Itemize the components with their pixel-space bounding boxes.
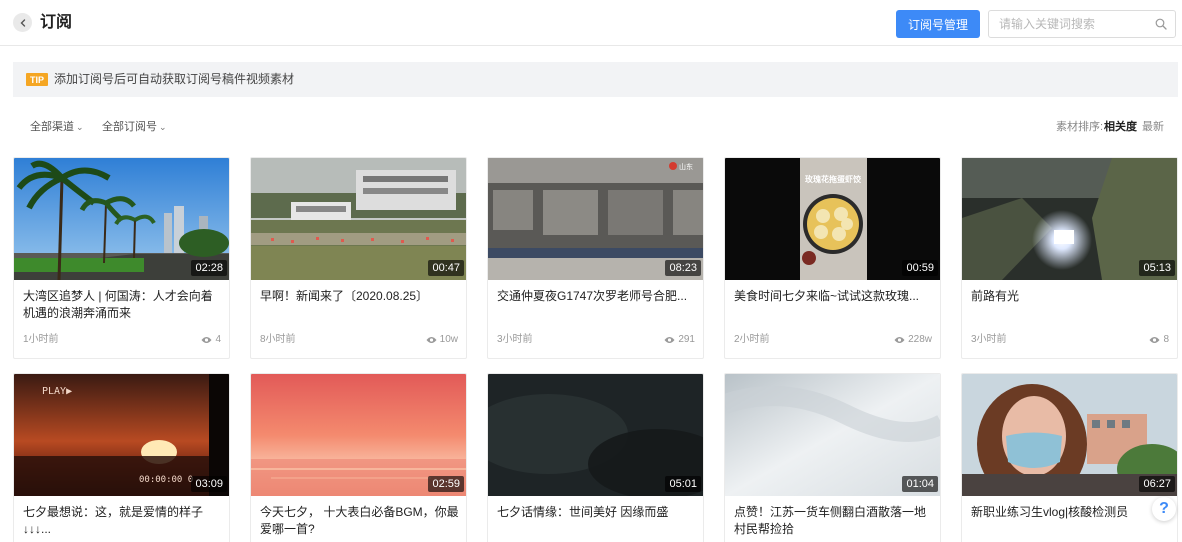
- eye-icon: [664, 337, 675, 343]
- video-title: 点赞！江苏一货车侧翻白酒散落一地 村民帮捡拾: [734, 505, 927, 536]
- video-title: 早啊！新闻来了〔2020.08.25〕: [260, 289, 429, 303]
- manage-subscriptions-button[interactable]: 订阅号管理: [896, 10, 980, 38]
- view-count: 8: [1163, 334, 1169, 345]
- sort-label: 素材排序:: [1056, 121, 1104, 133]
- thumbnail-play-text: PLAY▶: [42, 386, 72, 397]
- video-thumbnail: 02:28: [14, 158, 229, 280]
- sort-option-latest[interactable]: 最新: [1142, 121, 1164, 134]
- video-duration: 02:28: [191, 260, 227, 276]
- page-header: 订阅 订阅号管理: [0, 0, 1182, 46]
- subscription-filter[interactable]: 全部订阅号 ⌄: [102, 121, 167, 134]
- channel-filter[interactable]: 全部渠道 ⌄: [30, 121, 84, 134]
- back-button[interactable]: [13, 13, 32, 32]
- tip-text: 添加订阅号后可自动获取订阅号稿件视频素材: [54, 72, 295, 86]
- video-views: 4: [201, 334, 221, 346]
- video-card[interactable]: 06:27 新职业练习生vlog|核酸检测员: [961, 373, 1178, 542]
- video-card[interactable]: 02:28 大湾区追梦人 | 何国涛：人才会向着机遇的浪潮奔涌而来 1小时前 4: [13, 157, 230, 359]
- video-thumbnail: 06:27: [962, 374, 1177, 496]
- video-title: 今天七夕， 十大表白必备BGM，你最爱哪一首?: [260, 505, 459, 536]
- video-thumbnail: 05:13: [962, 158, 1177, 280]
- view-count: 4: [215, 334, 221, 345]
- chevron-left-icon: [20, 18, 25, 27]
- video-views: 8: [1149, 334, 1169, 346]
- video-duration: 01:04: [902, 476, 938, 492]
- search-box: [988, 10, 1176, 38]
- thumbnail-caption-text: 玫瑰花拖蛋虾饺: [805, 174, 862, 184]
- video-card[interactable]: 05:01 七夕话情缘：世间美好 因缘而盛: [487, 373, 704, 542]
- video-thumbnail: PLAY▶ 00:00:00 0 03:09: [14, 374, 229, 496]
- video-title: 前路有光: [971, 289, 1020, 303]
- thumbnail-timecode-text: 00:00:00 0: [139, 475, 193, 485]
- video-publish-time: 2小时前: [734, 334, 770, 345]
- video-views: 10w: [426, 334, 458, 346]
- eye-icon: [201, 337, 212, 343]
- sort-option-relevance[interactable]: 相关度: [1104, 121, 1137, 134]
- video-thumbnail: 山东 08:23: [488, 158, 703, 280]
- video-views: 228w: [894, 334, 932, 346]
- thumbnail-logo-text: 山东: [679, 162, 693, 171]
- video-duration: 05:01: [665, 476, 701, 492]
- video-duration: 03:09: [191, 476, 227, 492]
- video-duration: 02:59: [428, 476, 464, 492]
- chevron-down-icon: ⌄: [159, 122, 167, 132]
- video-thumbnail: 05:01: [488, 374, 703, 496]
- video-publish-time: 3小时前: [497, 334, 533, 345]
- video-duration: 00:59: [902, 260, 938, 276]
- view-count: 10w: [439, 334, 458, 345]
- view-count: 291: [678, 334, 695, 345]
- video-card[interactable]: 02:59 今天七夕， 十大表白必备BGM，你最爱哪一首?: [250, 373, 467, 542]
- view-count: 228w: [908, 334, 932, 345]
- video-publish-time: 8小时前: [260, 334, 296, 345]
- subscription-filter-label: 全部订阅号: [102, 121, 157, 133]
- video-card[interactable]: 01:04 点赞！江苏一货车侧翻白酒散落一地 村民帮捡拾: [724, 373, 941, 542]
- video-card[interactable]: 05:13 前路有光 3小时前 8: [961, 157, 1178, 359]
- chevron-down-icon: ⌄: [76, 122, 84, 132]
- video-thumbnail: 00:47: [251, 158, 466, 280]
- channel-filter-label: 全部渠道: [30, 121, 74, 133]
- video-thumbnail: 02:59: [251, 374, 466, 496]
- video-publish-time: 1小时前: [23, 334, 59, 345]
- video-card[interactable]: 山东 08:23 交通仲夏夜G1747次罗老师号合肥... 3小时前 291: [487, 157, 704, 359]
- video-duration: 05:13: [1139, 260, 1175, 276]
- tip-banner: TIP 添加订阅号后可自动获取订阅号稿件视频素材: [13, 62, 1178, 97]
- eye-icon: [426, 337, 437, 343]
- eye-icon: [1149, 337, 1160, 343]
- help-button[interactable]: ?: [1152, 497, 1176, 521]
- eye-icon: [894, 337, 905, 343]
- video-publish-time: 3小时前: [971, 334, 1007, 345]
- video-card[interactable]: PLAY▶ 00:00:00 0 03:09 七夕最想说：这，就是爱情的样子↓↓…: [13, 373, 230, 542]
- page-title: 订阅: [40, 14, 73, 31]
- video-duration: 08:23: [665, 260, 701, 276]
- tip-badge: TIP: [26, 73, 48, 86]
- video-title: 大湾区追梦人 | 何国涛：人才会向着机遇的浪潮奔涌而来: [23, 289, 213, 320]
- video-thumbnail: 玫瑰花拖蛋虾饺 00:59: [725, 158, 940, 280]
- video-card[interactable]: 玫瑰花拖蛋虾饺 00:59 美食时间七夕来临~试试这款玫瑰... 2小时前 22…: [724, 157, 941, 359]
- video-duration: 06:27: [1139, 476, 1175, 492]
- video-card[interactable]: 00:47 早啊！新闻来了〔2020.08.25〕 8小时前 10w: [250, 157, 467, 359]
- search-icon[interactable]: [1155, 18, 1167, 30]
- video-title: 新职业练习生vlog|核酸检测员: [971, 505, 1129, 519]
- video-title: 美食时间七夕来临~试试这款玫瑰...: [734, 289, 920, 303]
- video-title: 七夕话情缘：世间美好 因缘而盛: [497, 505, 669, 519]
- search-input[interactable]: [999, 16, 1149, 32]
- video-thumbnail: 01:04: [725, 374, 940, 496]
- video-views: 291: [664, 334, 695, 346]
- video-title: 交通仲夏夜G1747次罗老师号合肥...: [497, 289, 688, 303]
- video-duration: 00:47: [428, 260, 464, 276]
- video-title: 七夕最想说：这，就是爱情的样子↓↓↓...: [23, 505, 204, 536]
